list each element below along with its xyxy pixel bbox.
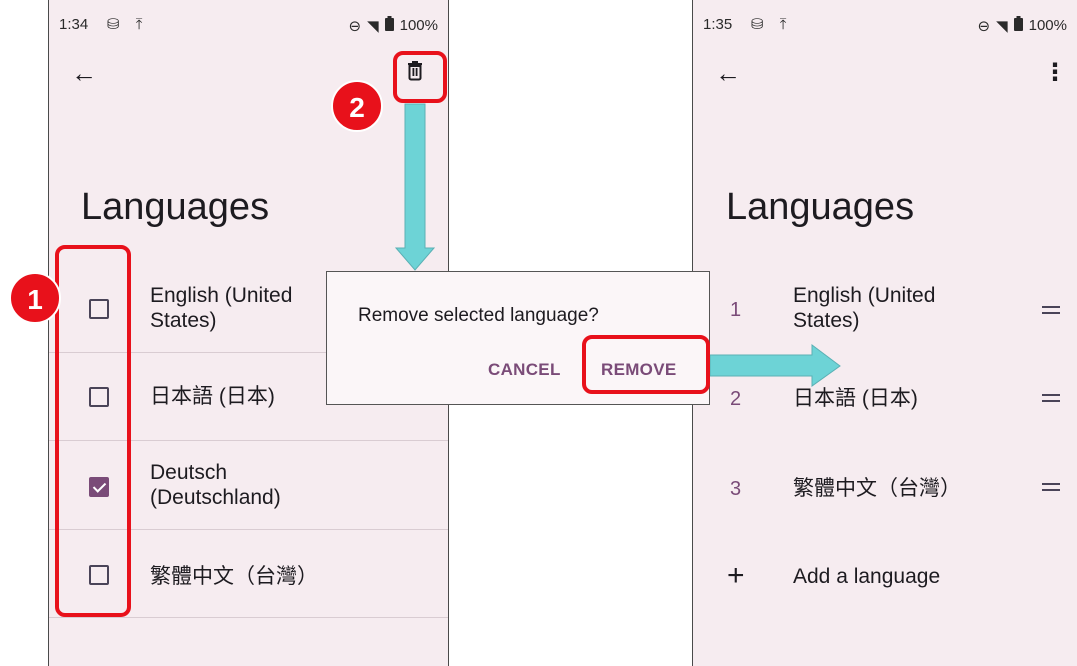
right-arrow <box>709 344 841 387</box>
dialog-message: Remove selected language? <box>358 305 599 326</box>
step-2-badge: 2 <box>331 80 383 132</box>
remove-highlight-box <box>582 335 710 394</box>
cancel-button[interactable]: CANCEL <box>488 360 561 380</box>
down-arrow <box>394 103 436 271</box>
trash-highlight-box <box>393 51 447 103</box>
step-1-badge: 1 <box>9 272 61 324</box>
checkbox-highlight-box <box>55 245 131 617</box>
